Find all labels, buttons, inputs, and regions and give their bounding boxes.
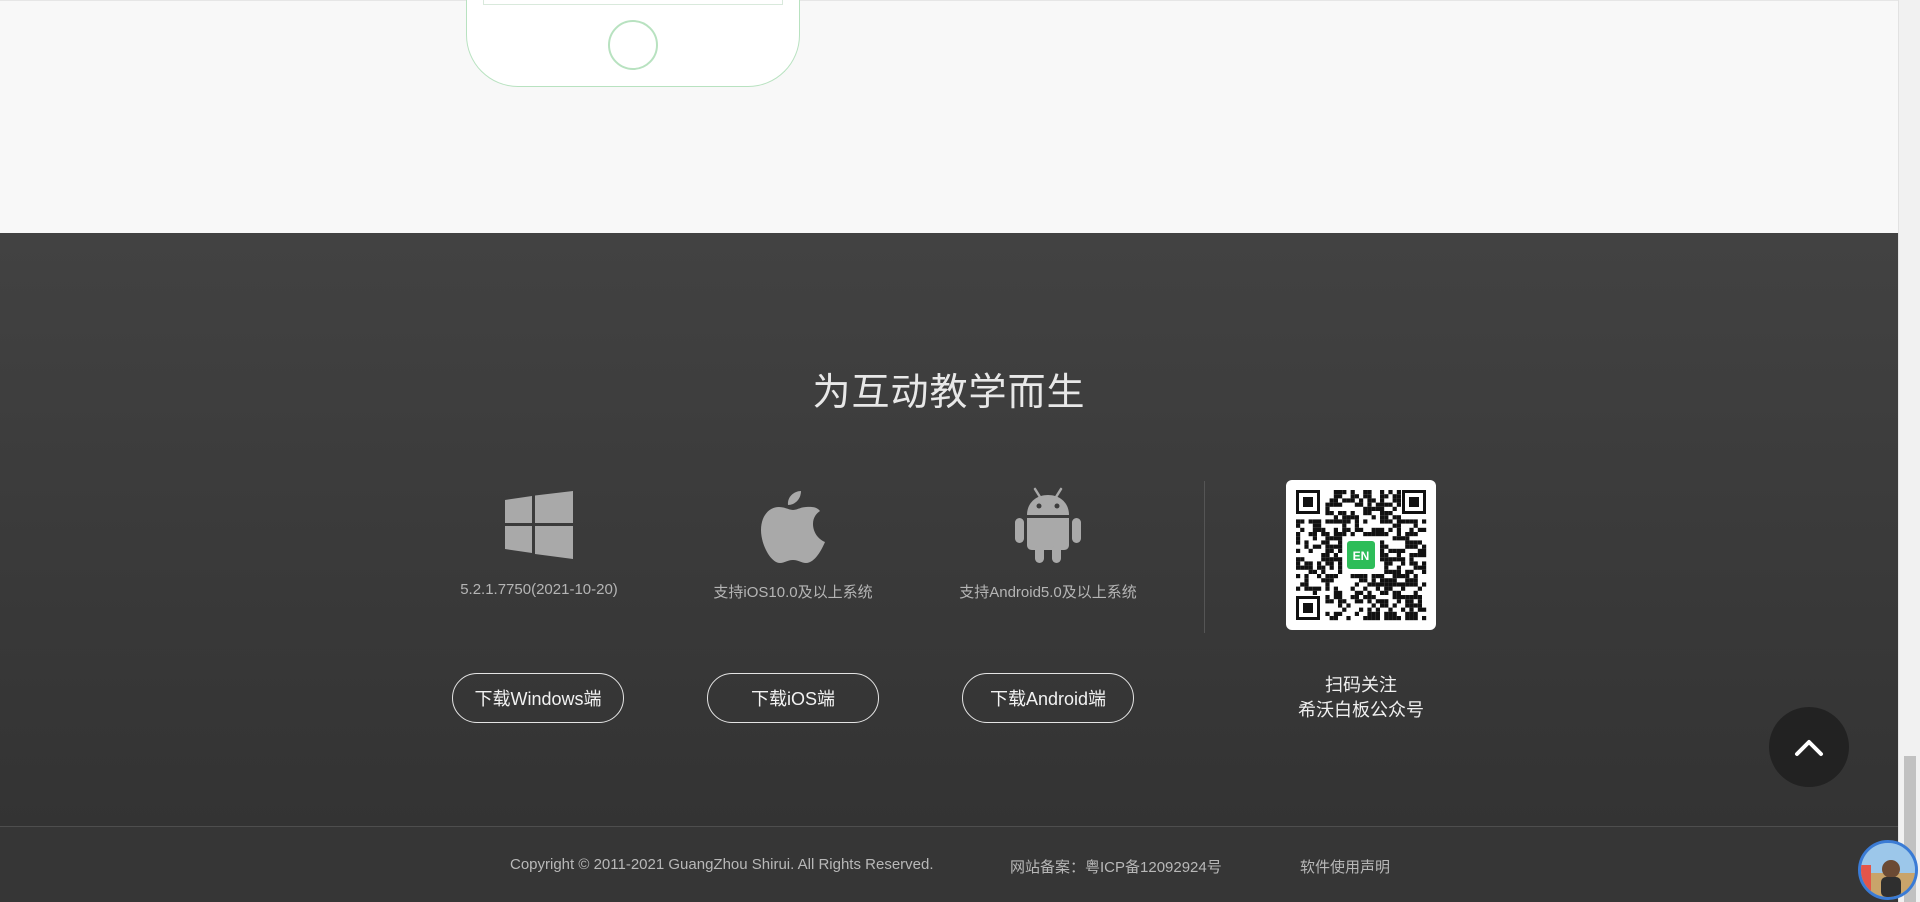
platform-windows: 5.2.1.7750(2021-10-20) [429,485,649,598]
ios-requirement: 支持iOS10.0及以上系统 [713,584,873,601]
platform-android: 支持Android5.0及以上系统 [938,485,1158,602]
page: 为互动教学而生 5.2.1.7750(2021-10-20) 支持iOS10.0… [0,0,1920,902]
section-headline: 为互动教学而生 [812,372,1086,414]
footer-bar: Copyright © 2011-2021 GuangZhou Shirui. … [0,826,1898,902]
divider [1204,481,1205,633]
android-icon [938,485,1158,565]
qr-caption-line1: 扫码关注 [1325,675,1397,695]
floating-avatar[interactable] [1858,840,1918,900]
windows-version: 5.2.1.7750(2021-10-20) [460,581,618,598]
phone-home-button [608,20,658,70]
phone-screen [483,0,783,5]
phone-preview-section [0,0,1898,234]
software-notice-link[interactable]: 软件使用声明 [1300,856,1390,877]
wechat-qr-code: EN [1286,480,1436,630]
copyright-text: Copyright © 2011-2021 GuangZhou Shirui. … [510,856,934,873]
download-android-button[interactable]: 下载Android端 [962,673,1134,723]
download-ios-button[interactable]: 下载iOS端 [707,673,879,723]
qr-badge: EN [1353,549,1370,563]
download-section: 为互动教学而生 5.2.1.7750(2021-10-20) 支持iOS10.0… [0,233,1898,826]
platform-ios: 支持iOS10.0及以上系统 [683,485,903,602]
phone-mockup [466,0,800,87]
back-to-top-button[interactable] [1769,707,1849,787]
android-requirement: 支持Android5.0及以上系统 [959,584,1137,601]
chevron-up-icon [1795,740,1823,756]
qr-caption: 扫码关注 希沃白板公众号 [1261,673,1461,723]
windows-icon [429,485,649,565]
page-scrollbar[interactable] [1898,0,1920,902]
icp-link[interactable]: 网站备案：粤ICP备12092924号 [1010,856,1222,877]
qr-caption-line2: 希沃白板公众号 [1298,700,1424,720]
apple-icon [683,485,903,565]
download-windows-button[interactable]: 下载Windows端 [452,673,624,723]
